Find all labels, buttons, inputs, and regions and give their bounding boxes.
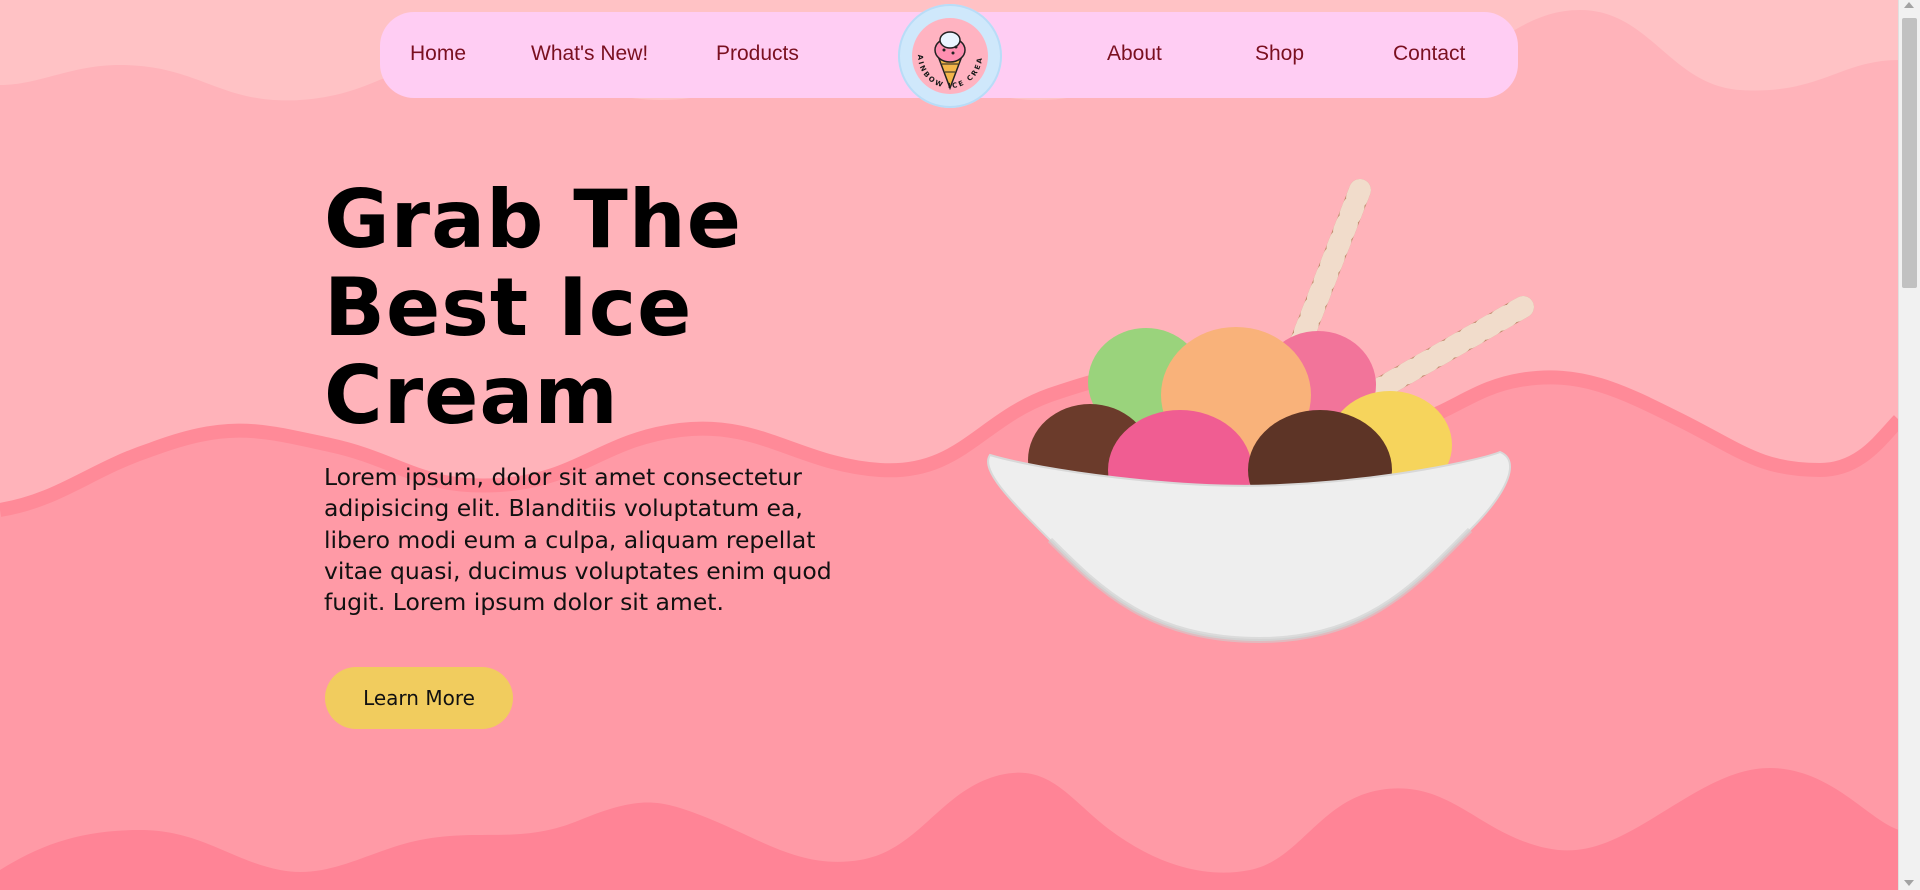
nav-shop-link[interactable]: Shop [1255, 42, 1304, 66]
main-navbar: Home What's New! Products RAINBOW ICE CR… [380, 4, 1518, 108]
nav-about-link[interactable]: About [1107, 42, 1162, 66]
nav-home-link[interactable]: Home [410, 42, 466, 66]
vertical-scrollbar[interactable] [1898, 0, 1920, 890]
page-viewport: Home What's New! Products RAINBOW ICE CR… [0, 0, 1899, 890]
ice-cream-cone-icon: RAINBOW ICE CREAM [898, 4, 982, 91]
scroll-down-arrow-icon[interactable] [1904, 880, 1914, 886]
background-waves [0, 0, 1899, 890]
nav-products-link[interactable]: Products [716, 42, 799, 66]
hero-title: Grab The Best Ice Cream [324, 173, 742, 442]
ice-cream-bowl-image [987, 179, 1534, 644]
wafer-stick-right [1349, 296, 1534, 411]
scrollbar-thumb[interactable] [1902, 18, 1917, 288]
nav-contact-link[interactable]: Contact [1393, 42, 1465, 66]
rainbow-ice-cream-logo[interactable]: RAINBOW ICE CREAM [898, 4, 1002, 108]
learn-more-button[interactable]: Learn More [325, 667, 513, 729]
nav-whats-new-link[interactable]: What's New! [531, 42, 648, 66]
scroll-up-arrow-icon[interactable] [1904, 2, 1914, 8]
hero-description: Lorem ipsum, dolor sit amet consectetur … [324, 463, 832, 617]
